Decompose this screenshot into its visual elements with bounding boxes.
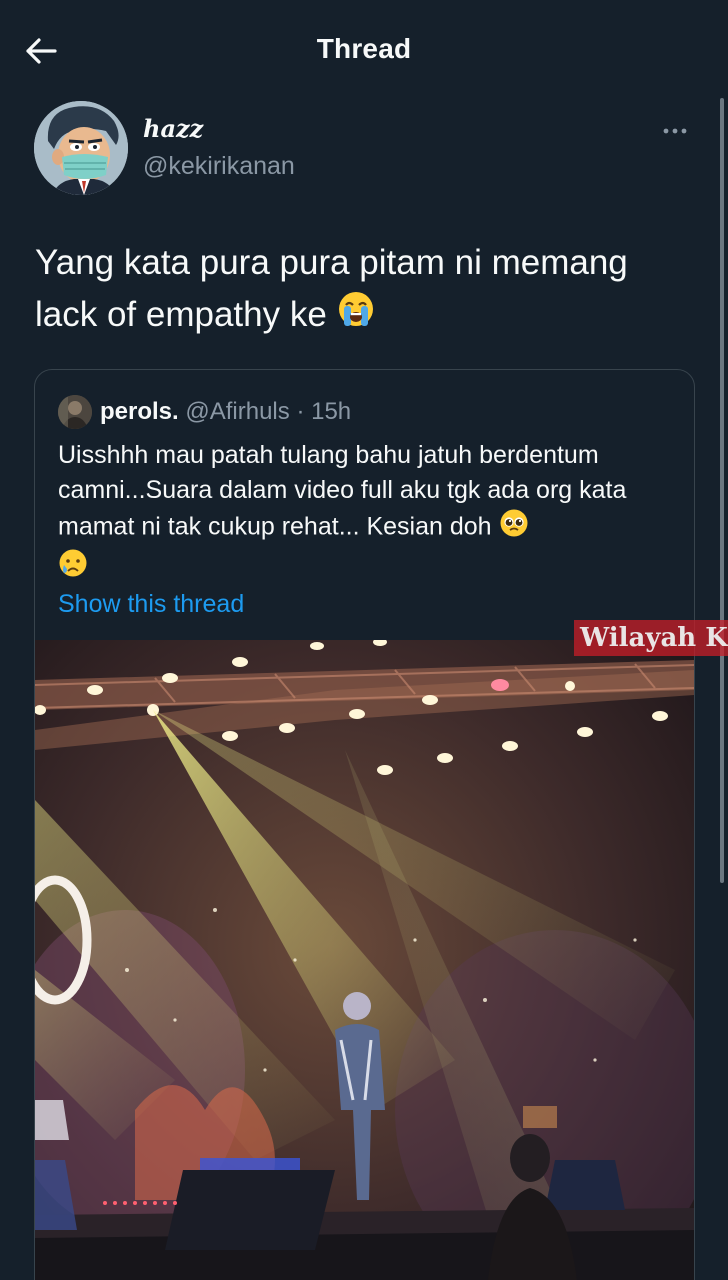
quoted-text: Uisshhh mau patah tulang bahu jatuh berd… (58, 438, 673, 588)
quoted-handle: @Afirhuls (185, 398, 290, 425)
quoted-timestamp: 15h (311, 398, 352, 425)
tweet-text: Yang kata pura pura pitam ni memang lack… (35, 237, 695, 343)
thread-screen: Thread hazz @kekirikanan Yang kata pura … (0, 0, 728, 1280)
meta-separator: · (296, 398, 305, 425)
quoted-body: Uisshhh mau patah tulang bahu jatuh berd… (58, 441, 627, 541)
watermark-clip: Wilayah K (574, 620, 728, 656)
video-media[interactable] (35, 640, 694, 1280)
top-bar: Thread (0, 0, 728, 100)
tweet-body: Yang kata pura pura pitam ni memang lack… (35, 243, 628, 334)
quoted-display-name: perols. (100, 398, 179, 425)
user-handle[interactable]: @kekirikanan (143, 152, 295, 181)
avatar[interactable] (34, 101, 128, 195)
show-thread-link[interactable]: Show this thread (58, 590, 244, 619)
loudly-crying-face-icon (337, 290, 375, 343)
concert-stage-image (35, 640, 694, 1280)
more-options-button[interactable] (657, 118, 693, 144)
more-dots-icon (663, 128, 687, 134)
cartoon-avatar-image (34, 101, 128, 195)
quoted-avatar (58, 395, 92, 429)
crying-face-icon (58, 548, 88, 588)
display-name[interactable]: hazz (143, 114, 203, 143)
watermark-label: Wilayah K (574, 620, 728, 656)
quoted-tweet-card[interactable]: perols. @Afirhuls · 15h Uisshhh mau pata… (34, 369, 695, 1280)
pleading-face-icon (499, 508, 529, 548)
quoted-meta: perols. @Afirhuls · 15h (100, 398, 351, 426)
page-title: Thread (316, 33, 412, 64)
scrollbar[interactable] (720, 98, 724, 883)
